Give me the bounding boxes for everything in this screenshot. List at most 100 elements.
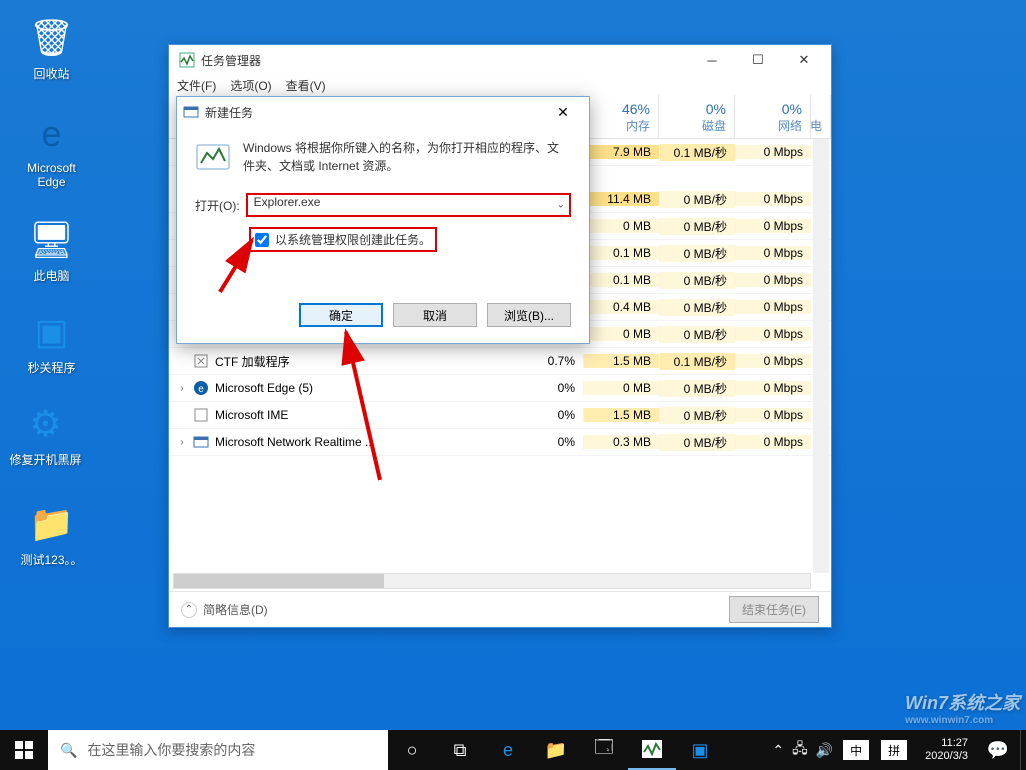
- menu-view[interactable]: 查看(V): [286, 77, 326, 94]
- icon-label: 修复开机黑屏: [8, 451, 83, 468]
- edge-icon: e: [28, 110, 76, 158]
- dialog-title: 新建任务: [205, 104, 543, 121]
- menu-file[interactable]: 文件(F): [177, 77, 216, 94]
- test123-icon: 📁: [28, 500, 76, 548]
- recycle-bin-icon: 🗑: [28, 14, 76, 62]
- end-task-button[interactable]: 结束任务(E): [729, 596, 819, 623]
- ok-button[interactable]: 确定: [299, 303, 383, 327]
- table-row[interactable]: Microsoft IME0%1.5 MB0 MB/秒0 Mbps: [169, 402, 831, 429]
- taskbar-app1[interactable]: 🗔: [580, 730, 628, 770]
- cell-memory: 1.5 MB: [583, 354, 659, 368]
- cell-memory: 0 MB: [583, 327, 659, 341]
- task-view-button[interactable]: ⧉: [436, 730, 484, 770]
- cell-network: 0 Mbps: [735, 273, 811, 287]
- cell-memory: 0.1 MB: [583, 273, 659, 287]
- cancel-button[interactable]: 取消: [393, 303, 477, 327]
- tray-chevron-icon[interactable]: ⌃: [772, 742, 784, 759]
- taskbar-explorer[interactable]: 📁: [532, 730, 580, 770]
- windows-icon: [15, 741, 33, 759]
- taskbar-taskmgr[interactable]: [628, 730, 676, 770]
- cell-disk: 0 MB/秒: [659, 380, 735, 397]
- titlebar[interactable]: 任务管理器 ─ ☐ ✕: [169, 45, 831, 75]
- svg-text:e: e: [198, 384, 204, 395]
- maximize-button[interactable]: ☐: [735, 45, 781, 75]
- close-button[interactable]: ✕: [781, 45, 827, 75]
- show-desktop-button[interactable]: [1020, 730, 1026, 770]
- cell-disk: 0 MB/秒: [659, 434, 735, 451]
- cell-disk: 0 MB/秒: [659, 218, 735, 235]
- chevron-up-icon[interactable]: ⌃: [181, 602, 197, 618]
- taskbar-app2[interactable]: ▣: [676, 730, 724, 770]
- cell-network: 0 Mbps: [735, 354, 811, 368]
- tray-volume-icon[interactable]: 🔊: [816, 742, 833, 759]
- vertical-scrollbar[interactable]: [813, 139, 829, 573]
- dialog-titlebar[interactable]: 新建任务 ✕: [177, 97, 589, 127]
- process-name: Microsoft Edge (5): [215, 381, 313, 395]
- process-icon: [193, 434, 209, 450]
- cell-memory: 0.4 MB: [583, 300, 659, 314]
- browse-button[interactable]: 浏览(B)...: [487, 303, 571, 327]
- cell-memory: 0.3 MB: [583, 435, 659, 449]
- cell-disk: 0.1 MB/秒: [659, 353, 735, 370]
- taskbar-edge[interactable]: e: [484, 730, 532, 770]
- col-memory[interactable]: 46%内存: [583, 95, 659, 138]
- process-icon: [193, 353, 209, 369]
- cell-network: 0 Mbps: [735, 246, 811, 260]
- desktop-icon-sec-close[interactable]: ▣秒关程序: [14, 308, 89, 376]
- tray-network-icon[interactable]: 🖧: [792, 738, 808, 762]
- expand-icon[interactable]: ›: [177, 383, 187, 394]
- cell-pct: 0%: [558, 435, 575, 449]
- cell-network: 0 Mbps: [735, 435, 811, 449]
- desktop-icon-recycle-bin[interactable]: 🗑回收站: [14, 14, 89, 82]
- icon-label: 此电脑: [14, 267, 89, 284]
- dialog-close-button[interactable]: ✕: [543, 97, 583, 127]
- search-icon: 🔍: [60, 742, 77, 759]
- cell-network: 0 Mbps: [735, 300, 811, 314]
- cell-network: 0 Mbps: [735, 327, 811, 341]
- chevron-down-icon[interactable]: ⌄: [557, 200, 565, 211]
- col-disk[interactable]: 0%磁盘: [659, 95, 735, 138]
- menu-options[interactable]: 选项(O): [230, 77, 271, 94]
- cell-network: 0 Mbps: [735, 381, 811, 395]
- desktop-icon-test123[interactable]: 📁测试123。。: [14, 500, 89, 568]
- admin-checkbox-row[interactable]: 以系统管理权限创建此任务。: [249, 227, 437, 252]
- cell-network: 0 Mbps: [735, 408, 811, 422]
- action-center-button[interactable]: 💬: [976, 730, 1020, 770]
- open-input[interactable]: Explorer.exe ⌄: [246, 193, 571, 217]
- start-button[interactable]: [0, 730, 48, 770]
- desktop-icon-fix-boot[interactable]: ⚙ 修复开机黑屏: [8, 400, 83, 468]
- ime-lang[interactable]: 中: [843, 740, 869, 760]
- admin-checkbox[interactable]: [255, 233, 269, 247]
- taskbar-clock[interactable]: 11:27 2020/3/3: [917, 737, 976, 763]
- cell-disk: 0 MB/秒: [659, 191, 735, 208]
- brief-info-link[interactable]: 简略信息(D): [203, 601, 268, 618]
- task-manager-icon: [179, 52, 195, 68]
- taskbar: 🔍 在这里输入你要搜索的内容 ○ ⧉ e 📁 🗔 ▣ ⌃ 🖧 🔊 中 拼 11:…: [0, 730, 1026, 770]
- ime-mode[interactable]: 拼: [881, 740, 907, 760]
- col-power[interactable]: 电: [811, 95, 831, 138]
- cell-memory: 7.9 MB: [583, 145, 659, 159]
- expand-icon[interactable]: ›: [177, 437, 187, 448]
- cell-memory: 0.1 MB: [583, 246, 659, 260]
- search-box[interactable]: 🔍 在这里输入你要搜索的内容: [48, 730, 388, 770]
- desktop-icon-this-pc[interactable]: 🖥此电脑: [14, 216, 89, 284]
- menu-bar: 文件(F) 选项(O) 查看(V): [169, 75, 831, 95]
- fix-boot-icon: ⚙: [22, 400, 70, 448]
- open-label: 打开(O):: [195, 197, 240, 214]
- cell-pct: 0%: [558, 381, 575, 395]
- cell-pct: 0.7%: [548, 354, 575, 368]
- table-row[interactable]: CTF 加载程序0.7%1.5 MB0.1 MB/秒0 Mbps: [169, 348, 831, 375]
- table-row[interactable]: ›Microsoft Network Realtime ...0%0.3 MB0…: [169, 429, 831, 456]
- desktop-icon-edge[interactable]: eMicrosoft Edge: [14, 110, 89, 189]
- icon-label: 秒关程序: [14, 359, 89, 376]
- table-row[interactable]: ›eMicrosoft Edge (5)0%0 MB0 MB/秒0 Mbps: [169, 375, 831, 402]
- open-input-value: Explorer.exe: [254, 195, 321, 209]
- run-dialog-icon: [195, 139, 231, 175]
- cell-disk: 0 MB/秒: [659, 272, 735, 289]
- minimize-button[interactable]: ─: [689, 45, 735, 75]
- horizontal-scrollbar[interactable]: [173, 573, 811, 589]
- process-name: Microsoft IME: [215, 408, 288, 422]
- cortana-button[interactable]: ○: [388, 730, 436, 770]
- cell-disk: 0 MB/秒: [659, 299, 735, 316]
- col-network[interactable]: 0%网络: [735, 95, 811, 138]
